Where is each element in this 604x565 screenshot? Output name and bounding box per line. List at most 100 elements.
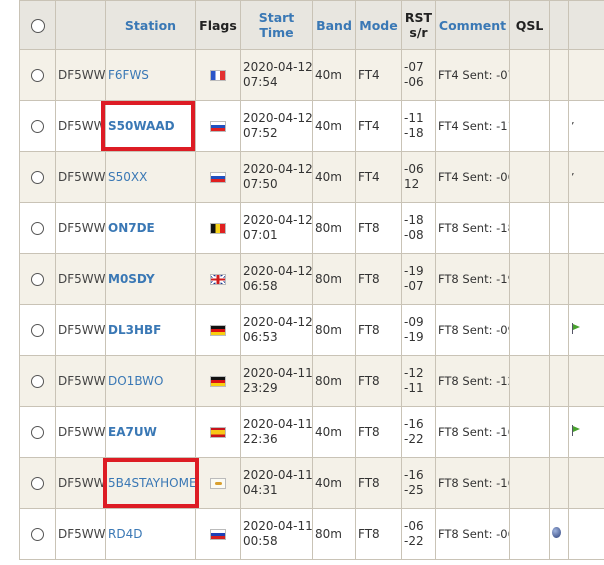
station-header[interactable]: Station — [105, 0, 196, 50]
rst-rcvd: -19 — [404, 330, 424, 344]
row-select-cell[interactable] — [19, 151, 56, 203]
rst-rcvd: -11 — [404, 381, 424, 395]
station-cell: DO1BWO — [105, 355, 196, 407]
qsl-cell — [509, 457, 550, 509]
station-cell: 5B4STAYHOME — [105, 457, 196, 509]
row-select-radio[interactable] — [31, 375, 44, 388]
mode-cell: FT8 — [355, 355, 402, 407]
rst-sent: -11 — [404, 111, 424, 125]
rst-cell: -12 -11 — [401, 355, 436, 407]
qsl-cell — [509, 151, 550, 203]
comment-cell: FT8 Sent: -16 Rcvd: -25 — [435, 457, 510, 509]
table-row[interactable]: DF5WW ON7DE 2020-04-12 07:01 80m FT8 -18 -08 FT8… — [19, 202, 604, 254]
station-cell: F6FWS — [105, 49, 196, 101]
table-row[interactable]: DF5WW RD4D 2020-04-11 00:58 80m FT8 -06 -22 FT8 … — [19, 508, 604, 560]
row-select-radio[interactable] — [31, 171, 44, 184]
table-row[interactable]: DF5WW 5B4STAYHOME 2020-04-11 04:31 40m FT8 -16… — [19, 457, 604, 509]
start-time-cell: 2020-04-12 07:50 — [240, 151, 313, 203]
station-link[interactable]: DL3HBF — [108, 323, 161, 337]
station-link[interactable]: EA7UW — [108, 425, 157, 439]
date-text: 2020-04-11 — [243, 519, 313, 533]
date-text: 2020-04-12 — [243, 315, 313, 329]
time-text: 07:52 — [243, 126, 278, 140]
time-text: 07:54 — [243, 75, 278, 89]
station-link[interactable]: M0SDY — [108, 272, 155, 286]
time-text: 07:50 — [243, 177, 278, 191]
start-time-cell: 2020-04-12 06:53 — [240, 304, 313, 356]
rst-cell: -19 -07 — [401, 253, 436, 305]
station-link[interactable]: S50WAAD — [108, 119, 175, 133]
station-link[interactable]: RD4D — [108, 527, 142, 541]
row-select-cell[interactable] — [19, 508, 56, 560]
table-row[interactable]: DF5WW M0SDY 2020-04-12 06:58 80m FT8 -19 -07 FT8… — [19, 253, 604, 305]
comment-cell: FT8 Sent: -09 Rcvd: -19 — [435, 304, 510, 356]
tick-mark-icon: ’ — [571, 120, 575, 133]
extra-cell — [549, 100, 569, 152]
flag-cyprus-icon — [210, 478, 226, 489]
table-row[interactable]: DF5WW DO1BWO 2020-04-11 23:29 80m FT8 -12 -11 FT… — [19, 355, 604, 407]
flag-cell — [195, 457, 241, 509]
rst-sent: -06 — [404, 162, 424, 176]
row-select-radio[interactable] — [31, 120, 44, 133]
band-cell: 80m — [312, 202, 356, 254]
row-select-radio[interactable] — [31, 69, 44, 82]
flag-spain-icon — [210, 427, 226, 438]
mode-header[interactable]: Mode — [355, 0, 402, 50]
row-select-radio[interactable] — [31, 426, 44, 439]
table-row[interactable]: DF5WW EA7UW 2020-04-11 22:36 40m FT8 -16 -22 FT8… — [19, 406, 604, 458]
extra-cell — [549, 355, 569, 407]
start-time-header[interactable]: Start Time — [240, 0, 313, 50]
row-select-cell[interactable] — [19, 202, 56, 254]
time-text: 07:01 — [243, 228, 278, 242]
comment-cell: FT4 Sent: -11 Rcvd: -18 — [435, 100, 510, 152]
table-row[interactable]: DF5WW S50WAAD 2020-04-12 07:52 40m FT4 -11 -18 F… — [19, 100, 604, 152]
row-select-cell[interactable] — [19, 49, 56, 101]
station-link[interactable]: DO1BWO — [108, 374, 163, 388]
select-all-radio[interactable] — [30, 18, 45, 33]
station-link[interactable]: 5B4STAYHOME — [108, 476, 195, 490]
globe-icon — [552, 527, 561, 538]
tick-mark-icon: ’ — [571, 171, 575, 184]
mode-cell: FT8 — [355, 253, 402, 305]
table-row[interactable]: DF5WW S50XX 2020-04-12 07:50 40m FT4 -06 12 FT4 … — [19, 151, 604, 203]
station-link[interactable]: ON7DE — [108, 221, 155, 235]
row-select-radio[interactable] — [31, 273, 44, 286]
select-all-header[interactable] — [19, 0, 56, 50]
row-select-cell[interactable] — [19, 304, 56, 356]
row-select-cell[interactable] — [19, 355, 56, 407]
row-select-cell[interactable] — [19, 406, 56, 458]
rst-cell: -11 -18 — [401, 100, 436, 152]
row-select-radio[interactable] — [31, 222, 44, 235]
flags-header: Flags — [195, 0, 241, 50]
qsl-cell — [509, 406, 550, 458]
table-row[interactable]: DF5WW F6FWS 2020-04-12 07:54 40m FT4 -07 -06 FT4… — [19, 49, 604, 101]
pennant-icon — [571, 425, 580, 436]
rst-sent: -06 — [404, 519, 424, 533]
table-row[interactable]: DF5WW DL3HBF 2020-04-12 06:53 80m FT8 -09 -19 FT… — [19, 304, 604, 356]
flag-uk-icon — [210, 274, 226, 285]
flag-cell — [195, 406, 241, 458]
row-select-cell[interactable] — [19, 100, 56, 152]
row-select-radio[interactable] — [31, 528, 44, 541]
comment-header[interactable]: Comment — [435, 0, 510, 50]
rst-cell: -16 -25 — [401, 457, 436, 509]
flag-cell — [195, 355, 241, 407]
row-select-radio[interactable] — [31, 324, 44, 337]
row-select-cell[interactable] — [19, 457, 56, 509]
rst-rcvd: -22 — [404, 534, 424, 548]
band-header[interactable]: Band — [312, 0, 356, 50]
extra-cell-2 — [568, 508, 604, 560]
station-link[interactable]: S50XX — [108, 170, 147, 184]
station-link[interactable]: F6FWS — [108, 68, 149, 82]
station-cell: EA7UW — [105, 406, 196, 458]
mode-cell: FT4 — [355, 100, 402, 152]
date-text: 2020-04-12 — [243, 162, 313, 176]
row-select-radio[interactable] — [31, 477, 44, 490]
time-text: 23:29 — [243, 381, 278, 395]
operator-cell: DF5WW — [55, 253, 106, 305]
rst-cell: -07 -06 — [401, 49, 436, 101]
rst-sent: -16 — [404, 417, 424, 431]
row-select-cell[interactable] — [19, 253, 56, 305]
extra-header-2 — [568, 0, 604, 50]
rst-rcvd: -22 — [404, 432, 424, 446]
